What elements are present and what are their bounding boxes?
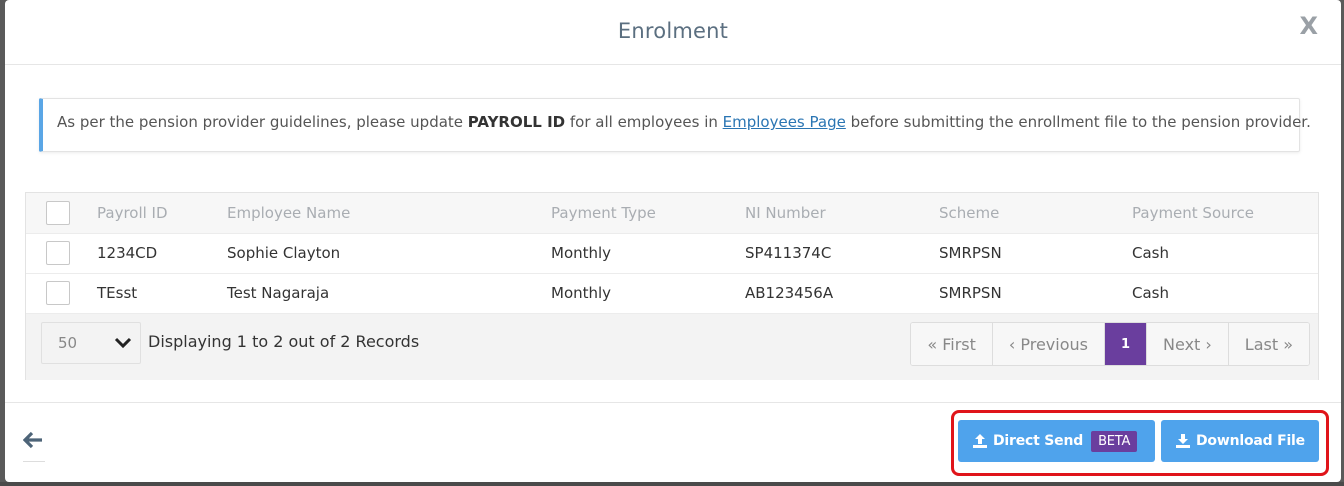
cell-scheme: SMRPSN xyxy=(939,284,1002,303)
row-checkbox[interactable] xyxy=(46,241,70,265)
column-header[interactable]: Payroll ID xyxy=(97,193,227,233)
upload-icon xyxy=(973,434,987,448)
cell-payroll-id: TEsst xyxy=(97,284,138,303)
table-header-row: Payroll ID Employee Name Payment Type NI… xyxy=(26,193,1318,233)
column-header[interactable]: Scheme xyxy=(939,193,1132,233)
table-row: 1234CD Sophie Clayton Monthly SP411374C … xyxy=(26,233,1318,273)
beta-badge: BETA xyxy=(1091,430,1138,452)
download-file-label: Download File xyxy=(1196,433,1305,449)
table-footer: 50 Displaying 1 to 2 out of 2 Records « … xyxy=(26,313,1318,380)
cell-payroll-id: 1234CD xyxy=(97,244,158,262)
table-row: TEsst Test Nagaraja Monthly AB123456A SM… xyxy=(26,273,1318,313)
page-size-value: 50 xyxy=(58,334,78,352)
cell-payment-source: Cash xyxy=(1132,284,1169,303)
pagination: « First ‹ Previous 1 Next › Last » xyxy=(910,322,1310,366)
alert-text-before: As per the pension provider guidelines, … xyxy=(57,113,468,131)
enrolment-modal: Enrolment X As per the pension provider … xyxy=(5,0,1341,482)
back-arrow-icon[interactable] xyxy=(23,431,43,449)
cell-payment-type: Monthly xyxy=(551,284,612,303)
download-file-button[interactable]: Download File xyxy=(1161,420,1319,462)
first-page-button[interactable]: « First xyxy=(911,323,992,365)
direct-send-label: Direct Send xyxy=(993,433,1084,449)
cell-ni-number: SP411374C xyxy=(745,244,832,262)
alert-text-after: before submitting the enrollment file to… xyxy=(845,113,1311,131)
chevron-down-icon xyxy=(114,337,132,349)
cell-employee-name: Test Nagaraja xyxy=(227,284,330,303)
last-page-button[interactable]: Last » xyxy=(1227,323,1309,365)
column-header[interactable]: Employee Name xyxy=(227,193,551,233)
records-count: Displaying 1 to 2 out of 2 Records xyxy=(148,332,420,351)
info-alert: As per the pension provider guidelines, … xyxy=(39,98,1311,152)
page-1-button[interactable]: 1 xyxy=(1103,323,1147,365)
download-icon xyxy=(1176,434,1190,448)
backdrop xyxy=(0,482,1344,486)
alert-text-middle: for all employees in xyxy=(565,113,723,131)
cell-payment-type: Monthly xyxy=(551,244,612,262)
modal-footer: Direct Send BETA Download File xyxy=(5,402,1341,482)
close-icon[interactable]: X xyxy=(1299,12,1318,40)
employees-page-link[interactable]: Employees Page xyxy=(723,113,846,131)
row-checkbox[interactable] xyxy=(46,281,70,306)
column-header[interactable]: NI Number xyxy=(745,193,939,233)
cell-scheme: SMRPSN xyxy=(939,244,1002,262)
cell-employee-name: Sophie Clayton xyxy=(227,244,341,262)
cell-payment-source: Cash xyxy=(1132,244,1169,262)
select-all-checkbox[interactable] xyxy=(46,200,70,225)
column-header[interactable]: Payment Source xyxy=(1132,193,1318,233)
modal-header: Enrolment X xyxy=(5,0,1341,65)
previous-page-button[interactable]: ‹ Previous xyxy=(991,323,1104,365)
direct-send-button[interactable]: Direct Send BETA xyxy=(958,420,1155,462)
employees-table: Payroll ID Employee Name Payment Type NI… xyxy=(25,192,1319,380)
alert-bold-text: PAYROLL ID xyxy=(467,113,566,131)
column-header[interactable]: Payment Type xyxy=(551,193,745,233)
divider xyxy=(23,461,45,462)
page-size-select[interactable]: 50 xyxy=(41,322,141,364)
next-page-button[interactable]: Next › xyxy=(1146,323,1228,365)
cell-ni-number: AB123456A xyxy=(745,284,834,303)
modal-title: Enrolment xyxy=(617,19,729,43)
